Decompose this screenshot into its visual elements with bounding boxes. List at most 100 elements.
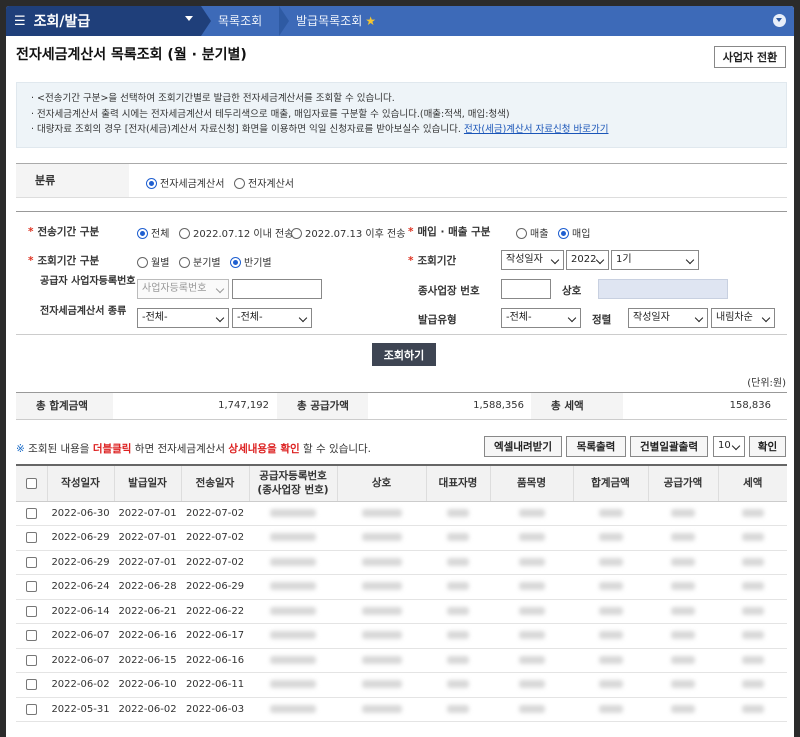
menu-dropdown[interactable]: ☰ 조회/발급 xyxy=(6,6,201,36)
supplier-reg-input[interactable] xyxy=(232,279,322,299)
half-select[interactable]: 1기 xyxy=(611,250,699,270)
row-checkbox[interactable] xyxy=(26,679,37,690)
redacted-value xyxy=(671,508,695,517)
radio-transmit-all[interactable]: 전체 xyxy=(137,225,169,240)
sort-by-select[interactable]: 작성일자 xyxy=(628,308,708,328)
radio-transmit-after[interactable]: 2022.07.13 이후 전송 xyxy=(291,225,405,240)
redacted-cell xyxy=(718,525,787,551)
total-supply-label: 총 공급가액 xyxy=(277,393,368,419)
row-checkbox[interactable] xyxy=(26,703,37,715)
redacted-cell xyxy=(648,697,718,722)
radio-half-yearly[interactable]: 반기별 xyxy=(230,254,272,269)
star-icon[interactable]: ★ xyxy=(365,14,376,28)
col-total[interactable]: 합계금액 xyxy=(573,464,649,502)
breadcrumb-list-view[interactable]: 목록조회 xyxy=(218,6,262,36)
redacted-cell xyxy=(718,672,787,698)
radio-e-tax-invoice[interactable]: 전자세금계산서 xyxy=(146,175,224,190)
total-sum-value: 1,747,192 xyxy=(218,400,269,411)
row-checkbox[interactable] xyxy=(26,532,37,543)
redacted-cell xyxy=(648,550,718,575)
row-checkbox[interactable] xyxy=(26,654,37,666)
col-write-date[interactable]: 작성일자 xyxy=(47,464,115,502)
confirm-button[interactable]: 확인 xyxy=(749,436,786,457)
invoice-kind-select-2[interactable]: -전체- xyxy=(232,308,312,328)
table-row[interactable]: 2022-06-14 2022-06-21 2022-06-22 xyxy=(16,599,787,624)
table-row[interactable]: 2022-06-07 2022-06-16 2022-06-17 xyxy=(16,623,787,649)
year-select[interactable]: 2022 xyxy=(566,250,609,270)
sort-label: 정렬 xyxy=(592,314,612,326)
col-company[interactable]: 상호 xyxy=(337,464,427,502)
table-row[interactable]: 2022-06-29 2022-07-01 2022-07-02 xyxy=(16,525,787,551)
radio-purchase[interactable]: 매입 xyxy=(558,225,590,240)
write-date-cell: 2022-06-30 xyxy=(47,501,114,526)
excel-download-button[interactable]: 엑셀내려받기 xyxy=(484,436,562,457)
table-row[interactable]: 2022-06-07 2022-06-15 2022-06-16 xyxy=(16,648,787,673)
collapse-circle-icon[interactable] xyxy=(773,14,786,27)
col-supply[interactable]: 공급가액 xyxy=(648,464,719,502)
radio-icon xyxy=(137,228,148,239)
redacted-value xyxy=(598,606,623,615)
row-checkbox[interactable] xyxy=(26,605,37,617)
print-list-button[interactable]: 목록출력 xyxy=(566,436,626,457)
redacted-cell xyxy=(249,525,337,551)
select-all-checkbox[interactable] xyxy=(25,477,37,489)
radio-icon xyxy=(137,257,148,268)
company-input[interactable] xyxy=(598,279,728,299)
radio-quarterly[interactable]: 분기별 xyxy=(179,254,221,269)
col-send-date[interactable]: 전송일자 xyxy=(181,464,250,502)
row-checkbox[interactable] xyxy=(26,630,37,641)
radio-transmit-before[interactable]: 2022.07.12 이내 전송 xyxy=(179,225,293,240)
table-row[interactable]: 2022-06-29 2022-07-01 2022-07-02 xyxy=(16,550,787,575)
print-each-button[interactable]: 건별일괄출력 xyxy=(630,436,708,457)
col-ceo[interactable]: 대표자명 xyxy=(426,464,491,502)
breadcrumb-issued-list[interactable]: 발급목록조회 ★ xyxy=(296,6,376,36)
radio-e-invoice[interactable]: 전자계산서 xyxy=(234,175,294,190)
hamburger-icon: ☰ xyxy=(14,13,26,29)
supplier-reg-select[interactable]: 사업자등록번호 xyxy=(137,279,229,299)
redacted-cell xyxy=(426,501,490,526)
radio-monthly[interactable]: 월별 xyxy=(137,254,169,269)
col-item[interactable]: 품목명 xyxy=(490,464,574,502)
date-basis-select[interactable]: 작성일자 xyxy=(501,250,564,270)
radio-label: 전체 xyxy=(151,229,170,240)
radio-icon xyxy=(146,178,157,189)
radio-icon xyxy=(179,228,190,239)
data-request-link[interactable]: 전자(세금)계산서 자료신청 바로가기 xyxy=(464,124,609,135)
sort-order-select[interactable]: 내림차순 xyxy=(711,308,775,328)
col-issue-date[interactable]: 발급일자 xyxy=(114,464,182,502)
issue-date-cell: 2022-07-01 xyxy=(114,501,181,526)
redacted-cell xyxy=(573,672,648,698)
row-checkbox[interactable] xyxy=(26,507,37,519)
redacted-value xyxy=(671,680,695,689)
redacted-value xyxy=(598,680,623,689)
redacted-value xyxy=(671,533,695,542)
table-row[interactable]: 2022-05-31 2022-06-02 2022-06-03 xyxy=(16,697,787,722)
redacted-cell xyxy=(573,574,648,600)
radio-label: 전자계산서 xyxy=(248,179,294,190)
invoice-kind-select-1[interactable]: -전체- xyxy=(137,308,229,328)
redacted-value xyxy=(361,631,402,640)
trade-type-label: * 매입 · 매출 구분 xyxy=(408,226,491,238)
col-tax[interactable]: 세액 xyxy=(718,464,787,502)
redacted-value xyxy=(741,704,764,713)
redacted-cell xyxy=(249,550,337,575)
redacted-value xyxy=(598,582,623,591)
redacted-cell xyxy=(337,501,426,526)
redacted-cell xyxy=(490,623,573,649)
branch-no-input[interactable] xyxy=(501,279,551,299)
table-row[interactable]: 2022-06-02 2022-06-10 2022-06-11 xyxy=(16,672,787,698)
issue-type-select[interactable]: -전체- xyxy=(501,308,581,328)
search-button[interactable]: 조회하기 xyxy=(372,343,436,366)
radio-sales[interactable]: 매출 xyxy=(516,225,548,240)
page-size-select[interactable]: 10 xyxy=(713,436,745,457)
switch-business-button[interactable]: 사업자 전환 xyxy=(714,46,786,68)
info-line-text: · 대량자료 조회의 경우 [전자(세금)계산서 자료신청] 화면을 이용하면 … xyxy=(31,124,461,135)
table-row[interactable]: 2022-06-30 2022-07-01 2022-07-02 xyxy=(16,501,787,526)
row-checkbox[interactable] xyxy=(26,556,37,568)
col-supplier-reg[interactable]: 공급자등록번호 (종사업장 번호) xyxy=(249,464,338,502)
redacted-value xyxy=(671,631,695,640)
table-row[interactable]: 2022-06-24 2022-06-28 2022-06-29 xyxy=(16,574,787,600)
row-checkbox[interactable] xyxy=(26,581,37,592)
redacted-value xyxy=(518,582,545,591)
redacted-value xyxy=(518,533,545,542)
